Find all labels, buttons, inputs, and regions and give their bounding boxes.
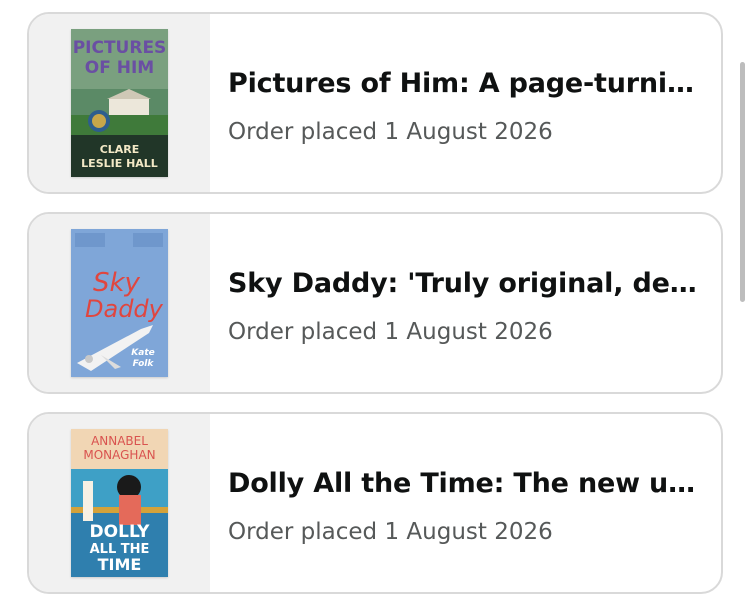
cover-author-line2: LESLIE HALL [81,157,158,170]
order-info: Sky Daddy: 'Truly original, deep… Order … [210,214,721,392]
cover-author-line1: ANNABEL [91,434,148,448]
product-title[interactable]: Pictures of Him: A page-turning… [228,68,703,99]
scrollbar[interactable] [740,62,745,302]
order-card[interactable]: ANNABEL MONAGHAN DOLLY ALL THE TIME Doll… [27,412,723,594]
cover-author-line2: MONAGHAN [83,448,155,462]
order-info: Dolly All the Time: The new un… Order pl… [210,414,721,592]
order-status: Order placed 1 August 2026 [228,518,553,545]
cover-title-line2: OF HIM [85,58,154,78]
order-status: Order placed 1 August 2026 [228,318,553,345]
product-title[interactable]: Sky Daddy: 'Truly original, deep… [228,268,703,299]
order-card[interactable]: Sky Daddy Kate Folk Sky Daddy: 'Truly or… [27,212,723,394]
product-thumbnail[interactable]: PICTURES OF HIM CLARE LESLIE HALL [29,14,210,192]
cover-title-line3: TIME [98,555,142,574]
cover-author-line1: CLARE [100,143,140,156]
book-cover-image: ANNABEL MONAGHAN DOLLY ALL THE TIME [71,429,168,577]
order-list: PICTURES OF HIM CLARE LESLIE HALL Pictur… [0,0,750,608]
book-cover-image: PICTURES OF HIM CLARE LESLIE HALL [71,29,168,177]
cover-title-line1: Sky [93,268,141,298]
product-thumbnail[interactable]: Sky Daddy Kate Folk [29,214,210,392]
cover-author-line1: Kate [131,348,154,358]
cover-title-line1: DOLLY [90,522,151,542]
cover-author-line2: Folk [133,359,155,369]
order-status: Order placed 1 August 2026 [228,118,553,145]
cover-title-line2: Daddy [85,295,164,323]
order-card[interactable]: PICTURES OF HIM CLARE LESLIE HALL Pictur… [27,12,723,194]
order-info: Pictures of Him: A page-turning… Order p… [210,14,721,192]
product-title[interactable]: Dolly All the Time: The new un… [228,468,703,499]
product-thumbnail[interactable]: ANNABEL MONAGHAN DOLLY ALL THE TIME [29,414,210,592]
cover-title-line1: PICTURES [73,38,167,58]
book-cover-image: Sky Daddy Kate Folk [71,229,168,377]
